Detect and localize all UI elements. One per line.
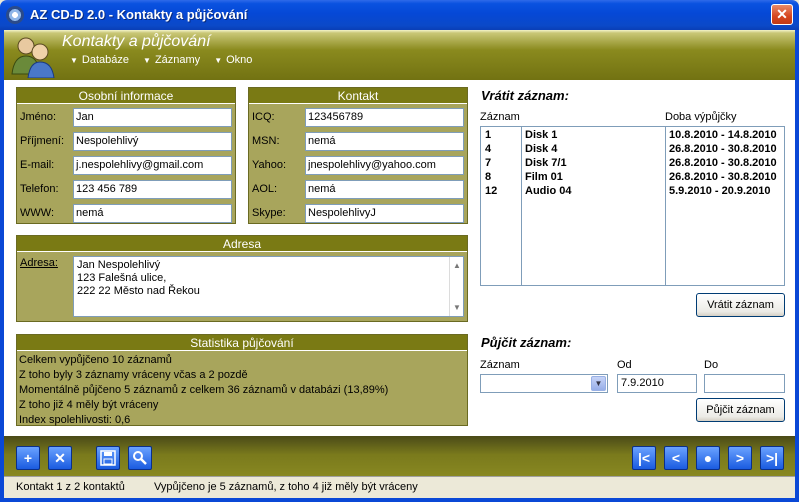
borrow-record-label: Záznam [480, 359, 520, 371]
borrow-section-title: Půjčit záznam: [481, 335, 572, 350]
current-record-icon[interactable]: ● [696, 446, 720, 470]
status-borrow-summary: Vypůjčeno je 5 záznamů, z toho 4 již měl… [154, 481, 418, 493]
first-record-icon[interactable]: |< [632, 446, 656, 470]
address-line: Jan Nespolehlivý [77, 259, 161, 271]
menu-arrow-icon: ▼ [214, 55, 223, 65]
field-row-phone: Telefon: 123 456 789 [17, 180, 237, 200]
list-item[interactable]: 4 Disk 4 26.8.2010 - 30.8.2010 [481, 143, 784, 157]
field-row-yahoo: Yahoo: jnespolehlivy@yahoo.com [249, 156, 469, 176]
return-col-record: Záznam [480, 111, 520, 123]
scroll-down-icon[interactable]: ▼ [453, 301, 461, 314]
stats-title: Statistika půjčování [17, 335, 467, 351]
menu-databaze[interactable]: ▼ Databáze [70, 54, 129, 66]
personal-info-panel: Osobní informace Jméno: Jan Příjmení: Ne… [16, 87, 236, 224]
address-scrollbar[interactable]: ▲ ▼ [449, 257, 463, 316]
field-row-email: E-mail: j.nespolehlivy@gmail.com [17, 156, 237, 176]
return-section-title: Vrátit záznam: [481, 88, 569, 103]
menu-arrow-icon: ▼ [70, 55, 78, 65]
status-bar: Kontakt 1 z 2 kontaktů Vypůjčeno je 5 zá… [4, 476, 795, 498]
address-title: Adresa [17, 236, 467, 252]
first-name-input[interactable]: Jan [73, 108, 232, 127]
chevron-down-icon[interactable]: ▼ [591, 376, 606, 391]
field-row-icq: ICQ: 123456789 [249, 108, 469, 128]
skype-input[interactable]: NespolehlivyJ [305, 204, 464, 223]
app-cd-icon [6, 6, 24, 24]
return-list[interactable]: 1 Disk 1 10.8.2010 - 14.8.2010 4 Disk 4 … [480, 126, 785, 286]
msn-label: MSN: [252, 135, 280, 147]
contacts-people-icon [11, 37, 55, 78]
first-name-label: Jméno: [20, 111, 57, 123]
header-bar: Kontakty a půjčování ▼ Databáze ▼ Záznamy … [4, 30, 795, 80]
stats-line: Momentálně půjčeno 5 záznamů z celkem 36… [19, 384, 389, 396]
last-name-label: Příjmení: [20, 135, 65, 147]
window-title: AZ CD-D 2.0 - Kontakty a půjčování [30, 7, 248, 22]
borrow-record-select[interactable]: ▼ [480, 374, 608, 393]
borrow-record-button[interactable]: Půjčit záznam [696, 398, 785, 422]
phone-input[interactable]: 123 456 789 [73, 180, 232, 199]
www-label: WWW: [20, 207, 55, 219]
www-input[interactable]: nemá [73, 204, 232, 223]
aol-label: AOL: [252, 183, 278, 195]
contact-panel: Kontakt ICQ: 123456789 MSN: nemá Yahoo: … [248, 87, 468, 224]
close-button[interactable]: ✕ [771, 4, 793, 25]
stats-line: Z toho již 4 měly být vráceny [19, 399, 159, 411]
email-label: E-mail: [20, 159, 55, 171]
borrow-to-input[interactable] [704, 374, 785, 393]
address-label: Adresa: [20, 257, 58, 269]
list-item[interactable]: 12 Audio 04 5.9.2010 - 20.9.2010 [481, 185, 784, 199]
delete-icon[interactable]: ✕ [48, 446, 72, 470]
scroll-up-icon[interactable]: ▲ [453, 259, 461, 272]
field-row-msn: MSN: nemá [249, 132, 469, 152]
contact-title: Kontakt [249, 88, 467, 104]
last-name-input[interactable]: Nespolehlivý [73, 132, 232, 151]
stats-text: Celkem vypůjčeno 10 záznamů Z toho byly … [17, 353, 467, 428]
return-col-period: Doba výpůjčky [665, 111, 737, 123]
field-row-skype: Skype: NespolehlivyJ [249, 204, 469, 224]
list-item[interactable]: 1 Disk 1 10.8.2010 - 14.8.2010 [481, 129, 784, 143]
field-row-first-name: Jméno: Jan [17, 108, 237, 128]
search-icon[interactable] [128, 446, 152, 470]
address-line: 222 22 Město nad Řekou [77, 285, 200, 297]
status-contact-count: Kontakt 1 z 2 kontaktů [16, 481, 125, 493]
title-bar: AZ CD-D 2.0 - Kontakty a půjčování ✕ [0, 0, 799, 30]
last-record-icon[interactable]: >| [760, 446, 784, 470]
email-input[interactable]: j.nespolehlivy@gmail.com [73, 156, 232, 175]
field-row-www: WWW: nemá [17, 204, 237, 224]
field-row-last-name: Příjmení: Nespolehlivý [17, 132, 237, 152]
stats-panel: Statistika půjčování Celkem vypůjčeno 10… [16, 334, 468, 426]
yahoo-label: Yahoo: [252, 159, 287, 171]
list-item[interactable]: 7 Disk 7/1 26.8.2010 - 30.8.2010 [481, 157, 784, 171]
menu-arrow-icon: ▼ [143, 55, 151, 65]
address-panel: Adresa Adresa: Jan Nespolehlivý 123 Fale… [16, 235, 468, 322]
icq-input[interactable]: 123456789 [305, 108, 464, 127]
personal-info-title: Osobní informace [17, 88, 235, 104]
next-record-icon[interactable]: > [728, 446, 752, 470]
main-content: Osobní informace Jméno: Jan Příjmení: Ne… [4, 80, 795, 436]
previous-record-icon[interactable]: < [664, 446, 688, 470]
add-icon[interactable]: + [16, 446, 40, 470]
list-item[interactable]: 8 Film 01 26.8.2010 - 30.8.2010 [481, 171, 784, 185]
borrow-to-label: Do [704, 359, 719, 371]
address-textarea[interactable]: Jan Nespolehlivý 123 Falešná ulice, 222 … [73, 256, 464, 317]
aol-input[interactable]: nemá [305, 180, 464, 199]
borrow-from-label: Od [617, 359, 632, 371]
msn-input[interactable]: nemá [305, 132, 464, 151]
stats-line: Z toho byly 3 záznamy vráceny včas a 2 p… [19, 369, 248, 381]
menu-zaznamy[interactable]: ▼ Záznamy [143, 54, 200, 66]
return-record-button[interactable]: Vrátit záznam [696, 293, 785, 317]
icq-label: ICQ: [252, 111, 275, 123]
menu-okno[interactable]: ▼ Okno [214, 54, 252, 66]
yahoo-input[interactable]: jnespolehlivy@yahoo.com [305, 156, 464, 175]
stats-line: Celkem vypůjčeno 10 záznamů [19, 354, 172, 366]
page-title: Kontakty a půjčování [62, 33, 211, 50]
stats-line: Index spolehlivosti: 0,6 [19, 414, 131, 426]
save-icon[interactable] [96, 446, 120, 470]
field-row-aol: AOL: nemá [249, 180, 469, 200]
menu-bar: ▼ Databáze ▼ Záznamy ▼ Okno [70, 54, 252, 66]
address-line: 123 Falešná ulice, [77, 272, 167, 284]
skype-label: Skype: [252, 207, 286, 219]
borrow-from-input[interactable]: 7.9.2010 [617, 374, 697, 393]
phone-label: Telefon: [20, 183, 59, 195]
